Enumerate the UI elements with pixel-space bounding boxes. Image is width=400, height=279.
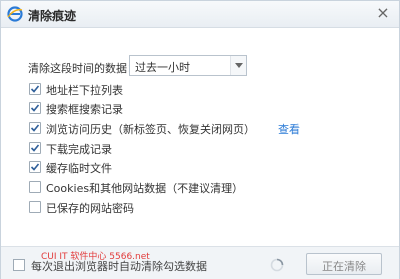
- option-label: 搜索框搜索记录: [46, 103, 123, 116]
- chevron-down-icon[interactable]: [230, 56, 246, 75]
- option-label: 浏览访问历史（新标签页、恢复关闭网页）: [46, 123, 255, 136]
- title-bar: 清除痕迹 ×: [1, 1, 399, 28]
- option-label: 缓存临时文件: [46, 162, 112, 175]
- checkbox[interactable]: [29, 201, 41, 213]
- checkbox[interactable]: [29, 181, 41, 193]
- dialog-content: 清除这段时间的数据： 过去一小时 地址栏下拉列表 搜索框搜索记录 浏览访问历史（…: [1, 29, 399, 253]
- watermark-text: CUI IT 软件中心 5566.net: [41, 252, 150, 262]
- clearing-button-label: 正在清除: [322, 260, 366, 273]
- bottom-bar: 每次退出浏览器时自动清除勾选数据 CUI IT 软件中心 5566.net 正在…: [1, 246, 399, 279]
- close-button[interactable]: ×: [373, 4, 393, 22]
- checkbox[interactable]: [29, 102, 41, 114]
- time-range-value: 过去一小时: [135, 61, 190, 74]
- auto-clear-checkbox[interactable]: [13, 259, 25, 271]
- time-range-label: 清除这段时间的数据：: [28, 62, 138, 75]
- checkbox[interactable]: [29, 161, 41, 173]
- window-title: 清除痕迹: [28, 9, 77, 23]
- checkbox[interactable]: [29, 122, 41, 134]
- option-label: 已保存的网站密码: [46, 202, 134, 215]
- loading-spinner-icon: [270, 258, 284, 272]
- ie-logo-icon: [7, 6, 23, 22]
- clear-traces-dialog: 清除痕迹 × 清除这段时间的数据： 过去一小时 地址栏下拉列表 搜索框搜索记录 …: [0, 0, 400, 279]
- option-label: 下载完成记录: [46, 143, 112, 156]
- checkbox[interactable]: [29, 83, 41, 95]
- time-range-select[interactable]: 过去一小时: [129, 55, 247, 76]
- view-history-link[interactable]: 查看: [278, 121, 300, 137]
- clearing-button[interactable]: 正在清除: [306, 253, 382, 275]
- checkbox[interactable]: [29, 142, 41, 154]
- option-label: 地址栏下拉列表: [46, 84, 123, 97]
- option-label: Cookies和其他网站数据（不建议清理）: [46, 182, 244, 195]
